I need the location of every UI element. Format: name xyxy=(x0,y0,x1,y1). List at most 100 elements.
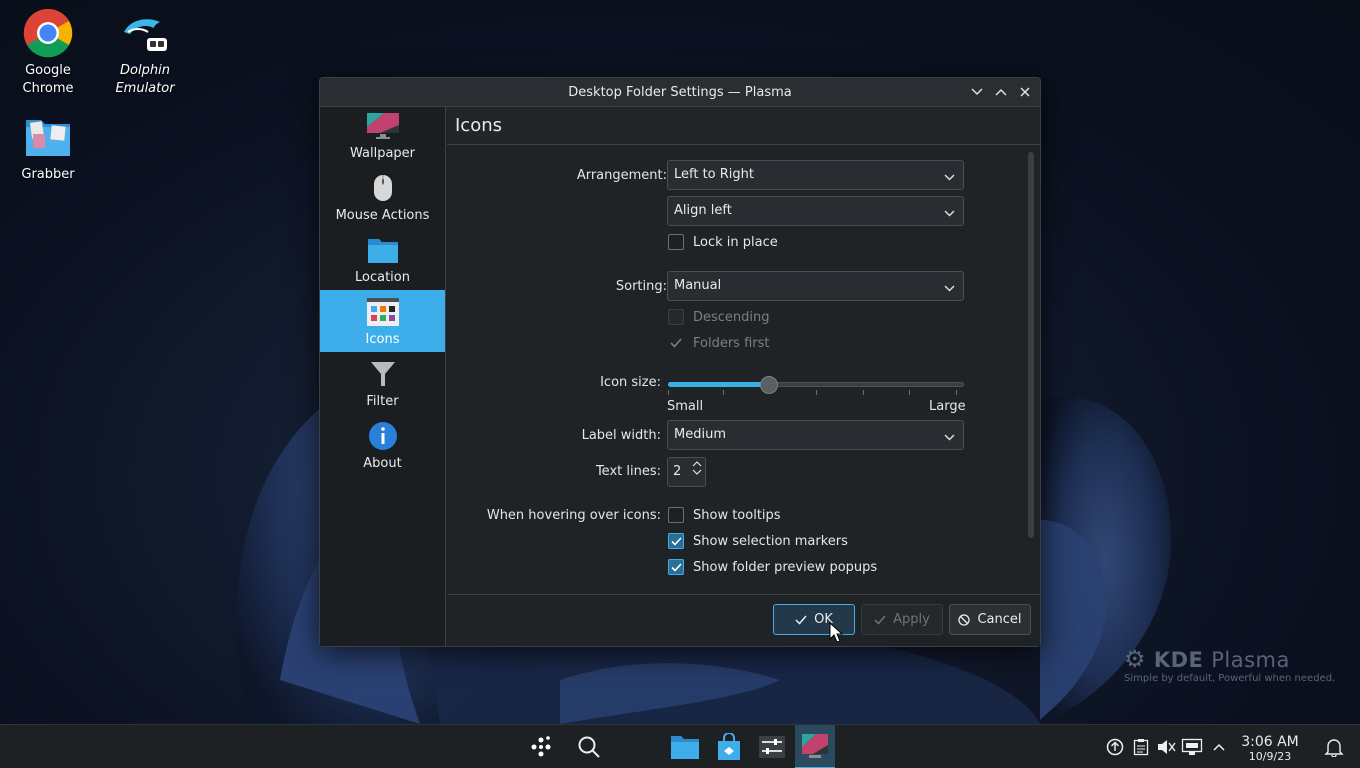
vertical-scrollbar[interactable] xyxy=(1028,152,1034,538)
dolphin-icon xyxy=(120,8,170,58)
apply-button[interactable]: Apply xyxy=(861,604,943,635)
digital-clock[interactable]: 3:06 AM 10/9/23 xyxy=(1234,734,1306,763)
monitor-icon xyxy=(366,109,400,143)
chevron-down-icon xyxy=(944,206,955,221)
text-lines-value: 2 xyxy=(673,464,682,479)
tray-notifications[interactable] xyxy=(1323,736,1345,758)
label-width-dropdown[interactable]: Medium xyxy=(667,420,964,450)
clipboard-icon xyxy=(1133,739,1149,756)
sidebar-item-wallpaper[interactable]: Wallpaper xyxy=(320,107,445,166)
show-selection-markers-checkbox[interactable]: Show selection markers xyxy=(668,533,848,549)
taskbar-discover[interactable] xyxy=(709,725,749,768)
desktop-icon-label: Grabber xyxy=(21,167,75,182)
checkbox-box xyxy=(668,507,684,523)
lock-in-place-checkbox[interactable]: Lock in place xyxy=(668,234,778,250)
desktop-folder-settings-dialog: Desktop Folder Settings — Plasma Wallpap… xyxy=(319,77,1041,647)
slider-tick xyxy=(863,390,864,395)
tray-display[interactable] xyxy=(1181,736,1203,758)
dialog-button-bar: OK Apply Cancel xyxy=(447,594,1040,646)
sidebar-item-location[interactable]: Location xyxy=(320,228,445,290)
application-launcher-button[interactable] xyxy=(521,725,561,768)
checkbox-box xyxy=(668,234,684,250)
slider-tick xyxy=(956,390,957,395)
volume-muted-icon xyxy=(1158,740,1176,754)
sidebar-item-label: About xyxy=(363,456,402,471)
tray-updates[interactable] xyxy=(1104,736,1126,758)
settings-sidebar: Wallpaper Mouse Actions Location Icons F… xyxy=(320,107,446,646)
window-titlebar[interactable]: Desktop Folder Settings — Plasma xyxy=(320,78,1040,107)
sidebar-item-mouse-actions[interactable]: Mouse Actions xyxy=(320,166,445,228)
sidebar-item-label: Icons xyxy=(365,332,400,347)
alignment-value: Align left xyxy=(674,203,732,218)
icon-size-slider[interactable] xyxy=(668,375,964,395)
check-icon xyxy=(668,533,684,549)
descending-checkbox[interactable]: Descending xyxy=(668,309,770,325)
sidebar-item-label: Location xyxy=(355,270,410,285)
kde-logo-tagline: Simple by default, Powerful when needed. xyxy=(1124,673,1336,684)
cancel-button[interactable]: Cancel xyxy=(949,604,1031,635)
desktop-icon-dolphin-emulator[interactable]: Dolphin Emulator xyxy=(97,8,193,98)
spin-down-icon[interactable] xyxy=(692,469,702,475)
search-icon xyxy=(578,736,600,758)
folder-icon xyxy=(671,736,699,759)
show-folder-preview-popups-checkbox[interactable]: Show folder preview popups xyxy=(668,559,877,575)
maximize-icon[interactable] xyxy=(992,83,1010,101)
kde-plasma-logo: ⚙ KDE Plasma Simple by default, Powerful… xyxy=(1124,645,1335,684)
chevron-down-icon xyxy=(944,430,955,445)
sidebar-item-about[interactable]: About xyxy=(320,414,445,476)
sidebar-item-label: Mouse Actions xyxy=(335,208,430,223)
sorting-dropdown[interactable]: Manual xyxy=(667,271,964,301)
hover-label: When hovering over icons: xyxy=(486,508,661,523)
tray-expand[interactable] xyxy=(1208,736,1230,758)
info-icon xyxy=(366,419,400,453)
tray-volume[interactable] xyxy=(1155,736,1177,758)
slider-tick xyxy=(668,390,669,395)
icons-grid-icon xyxy=(366,295,400,329)
sidebar-item-label: Filter xyxy=(366,394,399,409)
slider-fill xyxy=(668,382,769,387)
desktop-icon-label: Google xyxy=(25,63,71,78)
search-button[interactable] xyxy=(569,725,609,768)
check-icon xyxy=(874,615,886,625)
desktop-icon-google-chrome[interactable]: Google Chrome xyxy=(0,8,96,98)
taskbar-file-manager[interactable] xyxy=(665,725,705,768)
folders-first-checkbox[interactable]: Folders first xyxy=(668,335,769,351)
slider-tick xyxy=(816,390,817,395)
window-title: Desktop Folder Settings — Plasma xyxy=(568,84,792,100)
close-icon[interactable] xyxy=(1016,83,1034,101)
checkbox-label: Folders first xyxy=(693,335,770,351)
sidebar-item-icons[interactable]: Icons xyxy=(320,290,445,352)
clock-time: 3:06 AM xyxy=(1241,734,1299,750)
checkbox-label: Show tooltips xyxy=(693,507,781,523)
funnel-icon xyxy=(366,357,400,391)
chevron-up-icon xyxy=(1213,743,1225,751)
sidebar-item-label: Wallpaper xyxy=(349,146,416,161)
cancel-label: Cancel xyxy=(977,612,1022,627)
icon-size-max-label: Large xyxy=(929,399,966,414)
slider-handle[interactable] xyxy=(760,376,778,394)
spin-up-icon[interactable] xyxy=(692,461,702,467)
minimize-icon[interactable] xyxy=(968,83,986,101)
text-lines-spinbox[interactable]: 2 xyxy=(667,457,706,487)
folder-icon xyxy=(366,233,400,267)
chevron-down-icon xyxy=(944,281,955,296)
gear-icon: ⚙ xyxy=(1124,645,1147,673)
tray-clipboard[interactable] xyxy=(1130,736,1152,758)
desktop-icon-grabber[interactable]: Grabber xyxy=(0,112,96,184)
mouse-cursor-icon xyxy=(829,622,843,643)
cancel-icon xyxy=(958,613,971,626)
sidebar-item-filter[interactable]: Filter xyxy=(320,352,445,414)
alignment-dropdown[interactable]: Align left xyxy=(667,196,964,226)
taskbar-system-settings[interactable] xyxy=(752,725,792,768)
label-width-label: Label width: xyxy=(581,428,661,443)
mouse-icon xyxy=(366,171,400,205)
arrangement-dropdown[interactable]: Left to Right xyxy=(667,160,964,190)
checkbox-box xyxy=(668,309,684,325)
show-tooltips-checkbox[interactable]: Show tooltips xyxy=(668,507,781,523)
taskbar-desktop-settings-window[interactable] xyxy=(795,725,835,768)
icon-size-min-label: Small xyxy=(667,399,704,414)
arrangement-label: Arrangement: xyxy=(576,168,667,183)
page-title: Icons xyxy=(447,107,1040,145)
grabber-folder-icon xyxy=(23,112,73,162)
checkbox-label: Show folder preview popups xyxy=(693,559,878,575)
